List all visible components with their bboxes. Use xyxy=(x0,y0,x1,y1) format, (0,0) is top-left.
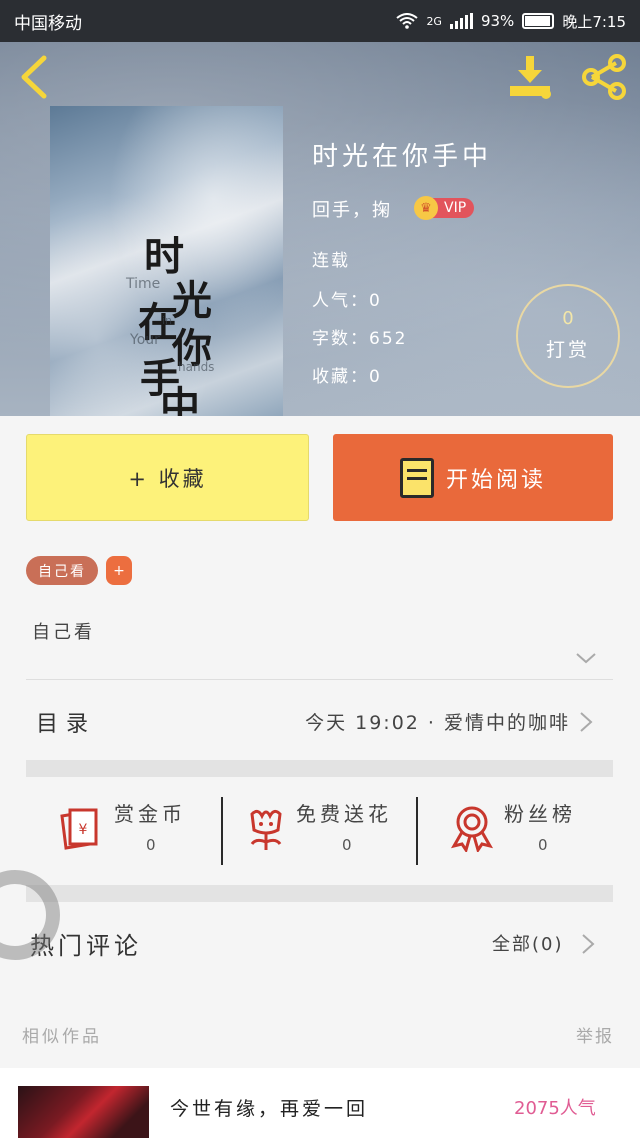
status-icons: 2G 93% 晚上7:15 xyxy=(396,11,626,32)
similar-work-popularity: 2075人气 xyxy=(514,1098,596,1119)
divider xyxy=(416,797,418,865)
cover-english: hands xyxy=(178,360,215,374)
gold-coin-reward[interactable]: ¥ 赏金币 0 xyxy=(56,794,206,866)
divider xyxy=(221,797,223,865)
red-envelope-icon: ¥ xyxy=(60,808,98,850)
flower-icon xyxy=(250,809,282,850)
book-title: 时光在你手中 xyxy=(312,142,493,172)
back-button[interactable] xyxy=(16,54,52,100)
book-word-count: 字数：652 xyxy=(312,329,408,349)
cover-english: in xyxy=(162,314,173,327)
reward-label: 打赏 xyxy=(545,339,590,361)
book-icon xyxy=(399,457,434,498)
book-status: 连载 xyxy=(312,251,350,271)
collect-button[interactable]: + 收藏 xyxy=(26,434,309,521)
battery-percent: 93% xyxy=(480,12,515,30)
add-tag-button[interactable]: + xyxy=(106,556,132,585)
carrier-name: 中国移动 xyxy=(14,13,82,34)
similar-work-title: 今世有缘，再爱一回 xyxy=(170,1098,369,1120)
book-author[interactable]: 回手，掬 xyxy=(312,196,392,222)
section-separator xyxy=(26,885,613,902)
download-icon xyxy=(510,56,551,99)
reward-button[interactable]: 0 打赏 xyxy=(516,284,620,388)
cover-char: 中 xyxy=(160,383,200,416)
start-reading-button[interactable]: 开始阅读 xyxy=(333,434,613,521)
similar-work-item[interactable]: 今世有缘，再爱一回 2075人气 xyxy=(0,1068,640,1138)
clock: 晚上7:15 xyxy=(562,12,626,31)
network-type: 2G xyxy=(426,14,442,28)
all-comments-link[interactable]: 全部(0) xyxy=(492,930,564,956)
signal-icon xyxy=(449,13,473,29)
medal-icon xyxy=(450,806,494,852)
stat-label: 赏金币 xyxy=(114,802,186,826)
svg-text:¥: ¥ xyxy=(79,822,88,838)
wifi-icon xyxy=(396,13,419,29)
table-of-contents-row[interactable]: 目录 今天 19:02 · 爱情中的咖啡 xyxy=(0,680,640,762)
chevron-right-icon xyxy=(580,712,593,732)
stat-value: 0 xyxy=(342,836,352,854)
similar-work-cover xyxy=(18,1086,149,1138)
vip-badge: ♛ VIP xyxy=(414,196,475,220)
expand-description-button[interactable] xyxy=(574,650,598,666)
report-link[interactable]: 举报 xyxy=(576,1022,614,1047)
stat-label: 粉丝榜 xyxy=(504,802,576,826)
free-flower[interactable]: 免费送花 0 xyxy=(242,794,412,866)
cover-english: Your xyxy=(130,332,160,348)
chevron-down-icon xyxy=(576,653,596,664)
toc-label: 目录 xyxy=(36,712,97,737)
book-popularity: 人气：0 xyxy=(312,291,382,311)
latest-chapter: 今天 19:02 · 爱情中的咖啡 xyxy=(305,712,570,734)
crown-icon: ♛ xyxy=(414,196,438,220)
chevron-left-icon xyxy=(21,55,47,99)
fan-ranking[interactable]: 粉丝榜 0 xyxy=(450,794,600,866)
book-cover[interactable]: 时 光 在 你 手 中 Time in Your hands xyxy=(50,106,283,416)
share-icon xyxy=(582,54,626,100)
tag-chip[interactable]: 自己看 xyxy=(26,556,98,585)
stat-value: 0 xyxy=(538,836,548,854)
stat-label: 免费送花 xyxy=(296,802,392,826)
download-button[interactable] xyxy=(506,54,558,100)
status-bar: 中国移动 2G 93% 晚上7:15 xyxy=(0,0,640,42)
stat-value: 0 xyxy=(146,836,156,854)
section-separator xyxy=(26,760,613,777)
battery-icon xyxy=(522,13,555,29)
similar-works-label: 相似作品 xyxy=(22,1027,102,1047)
share-button[interactable] xyxy=(580,54,628,100)
chevron-right-icon xyxy=(582,934,595,954)
book-description: 自己看 xyxy=(32,622,95,643)
reward-count: 0 xyxy=(562,308,574,329)
book-favorites: 收藏：0 xyxy=(312,367,382,387)
start-reading-label: 开始阅读 xyxy=(445,467,546,493)
cover-english: Time xyxy=(126,276,161,292)
